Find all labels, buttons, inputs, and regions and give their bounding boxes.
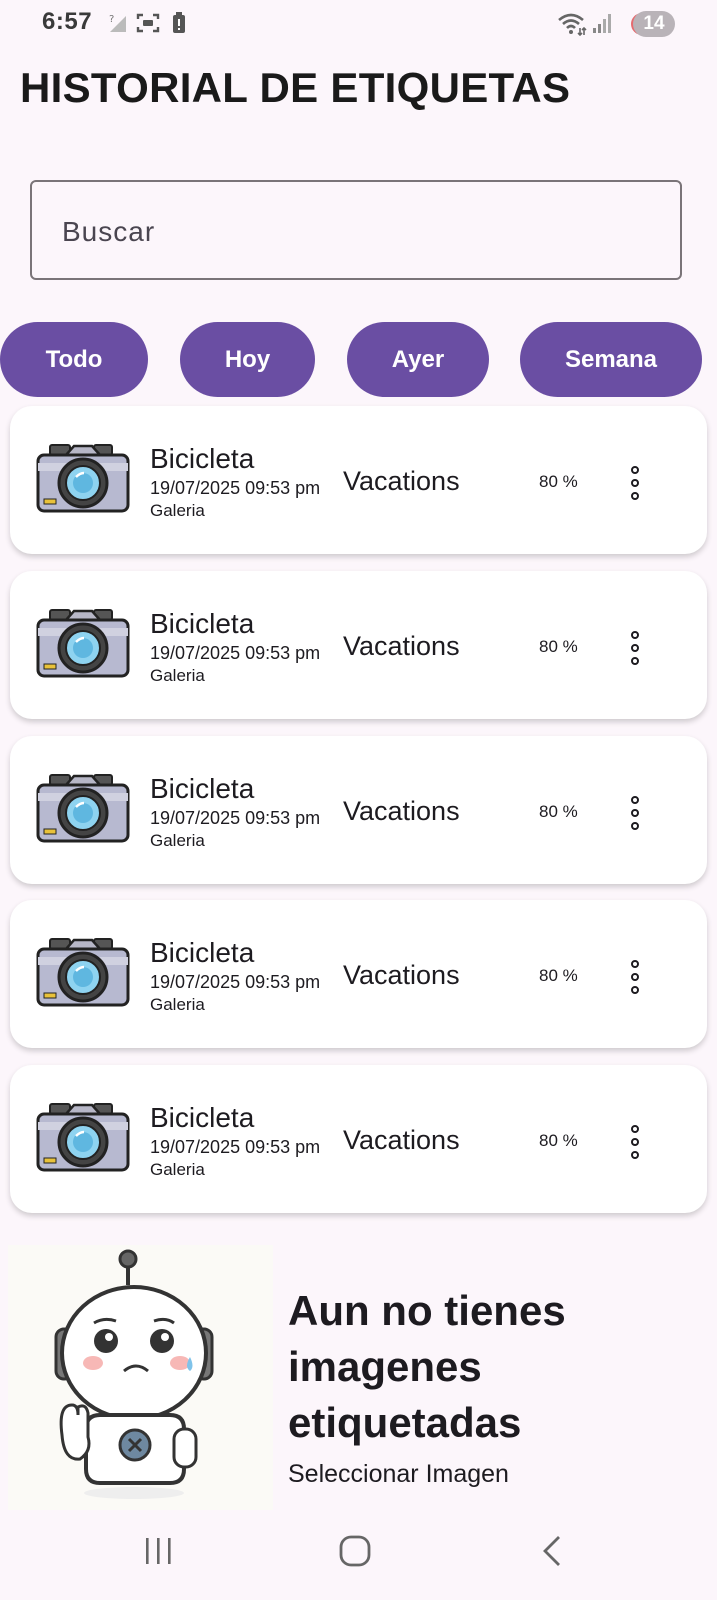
tag-source: Galeria bbox=[150, 831, 205, 850]
search-placeholder: Buscar bbox=[62, 216, 156, 247]
camera-icon bbox=[36, 443, 130, 520]
more-options-icon[interactable] bbox=[622, 1125, 650, 1161]
filter-chip-todo[interactable]: Todo bbox=[0, 322, 148, 397]
cellular-icon bbox=[593, 14, 611, 33]
tag-album: Vacations bbox=[343, 960, 460, 990]
select-image-button[interactable]: Seleccionar Imagen bbox=[288, 1460, 509, 1489]
tag-album: Vacations bbox=[343, 1125, 460, 1155]
back-icon[interactable] bbox=[540, 1534, 564, 1568]
filter-chip-semana[interactable]: Semana bbox=[520, 322, 702, 397]
tag-album: Vacations bbox=[343, 796, 460, 826]
screenshot-icon bbox=[136, 13, 160, 33]
tag-confidence: 80 % bbox=[539, 1131, 578, 1150]
empty-state: Aun no tienes imagenes etiquetadas Selec… bbox=[8, 1245, 709, 1510]
tag-source: Galeria bbox=[150, 1160, 205, 1179]
tag-name: Bicicleta bbox=[150, 608, 255, 639]
history-card[interactable]: Bicicleta 19/07/2025 09:53 pm Galeria Vacat… bbox=[10, 736, 707, 884]
wifi-icon bbox=[558, 13, 587, 36]
tag-album: Vacations bbox=[343, 466, 460, 496]
history-card[interactable]: Bicicleta 19/07/2025 09:53 pm Galeria Vacat… bbox=[10, 1065, 707, 1213]
tag-date: 19/07/2025 09:53 pm bbox=[150, 643, 321, 663]
empty-state-message: Aun no tienes imagenes etiquetadas bbox=[288, 1287, 566, 1446]
history-card[interactable]: Bicicleta 19/07/2025 09:53 pm Galeria Vacat… bbox=[10, 900, 707, 1048]
tag-name: Bicicleta bbox=[150, 443, 255, 474]
tag-date: 19/07/2025 09:53 pm bbox=[150, 1137, 321, 1157]
history-card[interactable]: Bicicleta 19/07/2025 09:53 pm Galeria Vacat… bbox=[10, 571, 707, 719]
signal-icon: ? bbox=[109, 14, 126, 32]
tag-confidence: 80 % bbox=[539, 802, 578, 821]
status-bar: 6:57 ? 14 bbox=[0, 0, 717, 48]
page-title: HISTORIAL DE ETIQUETAS bbox=[20, 64, 571, 111]
tag-source: Galeria bbox=[150, 995, 205, 1014]
tag-date: 19/07/2025 09:53 pm bbox=[150, 972, 321, 992]
tag-source: Galeria bbox=[150, 666, 205, 685]
filter-chip-hoy[interactable]: Hoy bbox=[180, 322, 315, 397]
tag-date: 19/07/2025 09:53 pm bbox=[150, 478, 321, 498]
tag-confidence: 80 % bbox=[539, 966, 578, 985]
history-card[interactable]: Bicicleta 19/07/2025 09:53 pm Galeria Vacat… bbox=[10, 406, 707, 554]
robot-icon bbox=[54, 1249, 214, 1499]
more-options-icon[interactable] bbox=[622, 631, 650, 667]
search-input[interactable]: Buscar bbox=[30, 180, 682, 280]
filter-chip-ayer[interactable]: Ayer bbox=[347, 322, 489, 397]
tag-confidence: 80 % bbox=[539, 637, 578, 656]
camera-icon bbox=[36, 608, 130, 685]
camera-icon bbox=[36, 1102, 130, 1179]
tag-source: Galeria bbox=[150, 501, 205, 520]
tag-name: Bicicleta bbox=[150, 773, 255, 804]
tag-date: 19/07/2025 09:53 pm bbox=[150, 808, 321, 828]
battery-level-badge: 14 bbox=[633, 11, 675, 37]
tag-name: Bicicleta bbox=[150, 1102, 255, 1133]
more-options-icon[interactable] bbox=[622, 960, 650, 996]
status-time: 6:57 bbox=[42, 8, 93, 35]
svg-text:?: ? bbox=[109, 14, 114, 25]
camera-icon bbox=[36, 937, 130, 1014]
tag-confidence: 80 % bbox=[539, 472, 578, 491]
tag-name: Bicicleta bbox=[150, 937, 255, 968]
tag-album: Vacations bbox=[343, 631, 460, 661]
system-navigation-bar bbox=[0, 1510, 717, 1600]
more-options-icon[interactable] bbox=[622, 796, 650, 832]
home-icon[interactable] bbox=[338, 1534, 372, 1568]
more-options-icon[interactable] bbox=[622, 466, 650, 502]
battery-alert-icon bbox=[173, 12, 185, 33]
camera-icon bbox=[36, 773, 130, 850]
recent-apps-icon[interactable] bbox=[143, 1536, 173, 1566]
sad-robot-illustration bbox=[8, 1245, 273, 1510]
